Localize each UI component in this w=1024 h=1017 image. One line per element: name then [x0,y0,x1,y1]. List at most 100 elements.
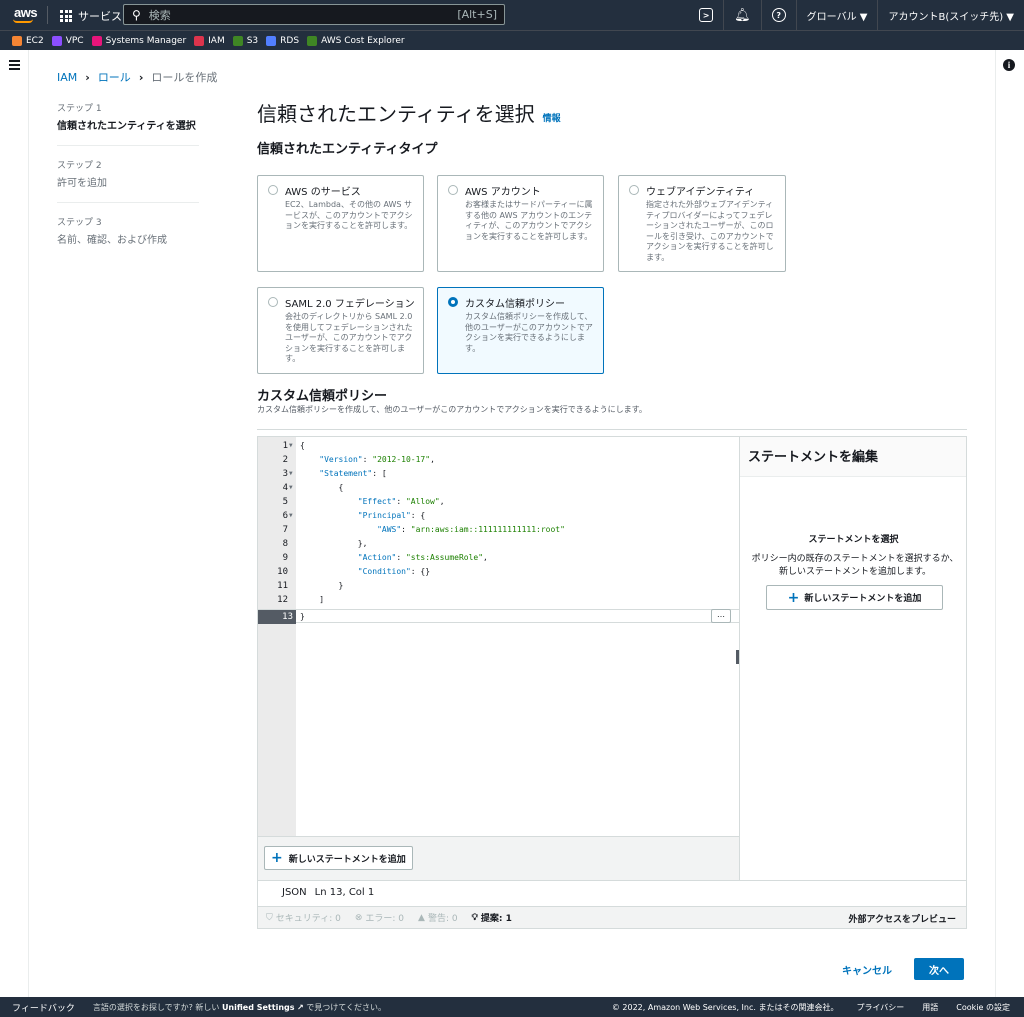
favorite-label: VPC [65,35,84,46]
page-title: 信頼されたエンティティを選択 情報 [257,98,561,127]
copyright: © 2022, Amazon Web Services, Inc. またはその関… [611,1002,839,1012]
top-navigation: aws サービス ⚲ 検索 [Alt+S] > 🔔︎ ? グローバル ▼ アカウ… [0,0,1024,30]
fold-icon[interactable]: ▼ [289,439,293,453]
line-number: 8 [282,539,288,549]
favorite-label: AWS Cost Explorer [321,35,405,46]
code-line: 5 "Effect": "Allow", [258,495,739,509]
unified-settings-link[interactable]: Unified Settings [222,1003,295,1012]
fold-icon[interactable]: ▼ [289,509,293,523]
add-statement-bar: + 新しいステートメントを追加 [258,836,739,880]
favorite-s3[interactable]: S3 [232,35,258,46]
radio-button-selected[interactable] [448,297,458,307]
tile-aws-account[interactable]: AWS アカウント お客様またはサードパーティーに属する他の AWS アカウント… [437,175,604,272]
favorite-ec2[interactable]: EC2 [12,35,44,46]
services-label: サービス [78,10,122,23]
line-number: 6 [282,511,288,521]
error-findings[interactable]: ⊗ エラー: 0 [355,911,405,925]
cookie-settings-link[interactable]: Cookie の設定 [956,1002,1010,1013]
menu-icon[interactable] [9,60,20,70]
aws-logo[interactable]: aws [14,5,38,20]
code-line: 10 "Condition": {} [258,565,739,579]
bell-icon: 🔔︎ [734,7,751,23]
left-rail [0,50,29,997]
line-number: 5 [282,497,288,507]
line-number: 11 [277,581,288,591]
shield-icon: ⛉ [266,912,273,923]
radio-button[interactable] [448,185,458,195]
services-menu-button[interactable]: サービス [60,8,122,24]
breadcrumb-iam[interactable]: IAM [57,71,77,84]
region-selector[interactable]: グローバル ▼ [795,0,878,30]
security-findings[interactable]: ⛉ セキュリティ: 0 [266,911,341,925]
external-link-icon: ↗ [297,1002,304,1012]
line-number: 7 [282,525,288,535]
suggestion-findings[interactable]: 💡︎ 提案: 1 [472,911,512,925]
cancel-button[interactable]: キャンセル [842,962,892,977]
add-statement-button[interactable]: + 新しいステートメントを追加 [264,846,413,870]
statement-panel-description: ポリシー内の既存のステートメントを選択するか、新しいステートメントを追加します。 [751,554,959,577]
radio-button[interactable] [268,185,278,195]
privacy-link[interactable]: プライバシー [856,1002,904,1013]
account-menu[interactable]: アカウントB(スイッチ先) ▼ [877,0,1024,30]
code-line: 7 "AWS": "arn:aws:iam::111111111111:root… [258,523,739,537]
line-number: 12 [277,595,288,605]
tile-description: 指定された外部ウェブアイデンティティプロバイダーによってフェデレーションされたユ… [646,200,774,262]
warning-findings[interactable]: ▲ 警告: 0 [418,911,458,925]
terms-link[interactable]: 用語 [922,1002,938,1013]
error-count: エラー: 0 [365,914,405,924]
next-button[interactable]: 次へ [914,958,964,980]
code-editor[interactable]: 1 ▼{ 2 "Version": "2012-10-17", 3 ▼ "State… [258,437,739,880]
help-button[interactable]: ? [760,0,796,30]
footer-links: © 2022, Amazon Web Services, Inc. またはその関… [612,1002,1010,1013]
statement-panel-subtitle: ステートメントを選択 [808,535,899,545]
favorite-cost-explorer[interactable]: AWS Cost Explorer [307,35,405,46]
tile-saml-federation[interactable]: SAML 2.0 フェデレーション 会社のディレクトリから SAML 2.0 を… [257,287,424,374]
favorite-label: Systems Manager [105,35,187,46]
notifications-button[interactable]: 🔔︎ [723,0,761,30]
ec2-icon [12,35,22,46]
search-input[interactable]: ⚲ 検索 [Alt+S] [123,4,505,25]
radio-button[interactable] [268,297,278,307]
favorite-systems-manager[interactable]: Systems Manager [91,35,187,46]
step-3: ステップ 3 名前、確認、および作成 [57,215,199,259]
tile-aws-service[interactable]: AWS のサービス EC2、Lambda、その他の AWS サービスが、このアカ… [257,175,424,272]
fold-icon[interactable]: ▼ [289,481,293,495]
tile-web-identity[interactable]: ウェブアイデンティティ 指定された外部ウェブアイデンティティプロバイダーによって… [618,175,786,272]
feedback-link[interactable]: フィードバック [12,1001,75,1014]
code-line-current: 13} [258,609,739,624]
info-link[interactable]: 情報 [543,111,561,124]
tile-title: ウェブアイデンティティ [646,187,755,198]
add-statement-panel-button[interactable]: + 新しいステートメントを追加 [766,585,943,610]
step-2: ステップ 2 許可を追加 [57,158,199,203]
fold-icon[interactable]: ▼ [289,467,293,481]
wizard-steps: ステップ 1 信頼されたエンティティを選択 ステップ 2 許可を追加 ステップ … [57,101,199,271]
favorite-vpc[interactable]: VPC [51,35,84,46]
region-label: グローバル ▼ [806,11,868,23]
line-number: 4 [282,483,288,493]
step-label: 信頼されたエンティティを選択 [57,121,196,132]
status-position: Ln 13, Col 1 [314,887,375,898]
line-number: 10 [277,567,288,577]
account-label: アカウントB(スイッチ先) ▼ [888,11,1014,23]
rds-icon [266,35,277,46]
favorite-iam[interactable]: IAM [194,35,225,46]
lint-bar: ⛉ セキュリティ: 0 ⊗ エラー: 0 ▲ 警告: 0 💡︎ 提案: 1 外部アクセス… [258,906,966,928]
footer: フィードバック 言語の選択をお探しですか? 新しい Unified Settin… [0,997,1024,1017]
cloudshell-button[interactable]: > [689,0,723,30]
more-actions-button[interactable]: … [711,609,731,623]
aws-logo-smile [13,19,33,23]
favorite-rds[interactable]: RDS [266,35,299,46]
cost-explorer-icon [307,35,318,46]
policy-editor: 1 ▼{ 2 "Version": "2012-10-17", 3 ▼ "State… [257,436,967,929]
tile-custom-trust-policy[interactable]: カスタム信頼ポリシー カスタム信頼ポリシーを作成して、他のユーザーがこのアカウン… [437,287,604,374]
add-statement-label: 新しいステートメントを追加 [288,854,406,865]
info-icon[interactable]: i [1003,59,1015,71]
preview-external-access-button[interactable]: 外部アクセスをプレビュー [848,912,956,925]
cloudshell-icon: > [699,8,714,22]
breadcrumb-roles[interactable]: ロール [98,69,131,85]
tile-title: AWS のサービス [285,187,361,198]
code-line: 1 ▼{ [258,439,739,453]
tile-description: 会社のディレクトリから SAML 2.0 を使用してフェデレーションされたユーザ… [285,312,413,363]
radio-button[interactable] [629,185,639,195]
line-number: 2 [282,455,288,465]
